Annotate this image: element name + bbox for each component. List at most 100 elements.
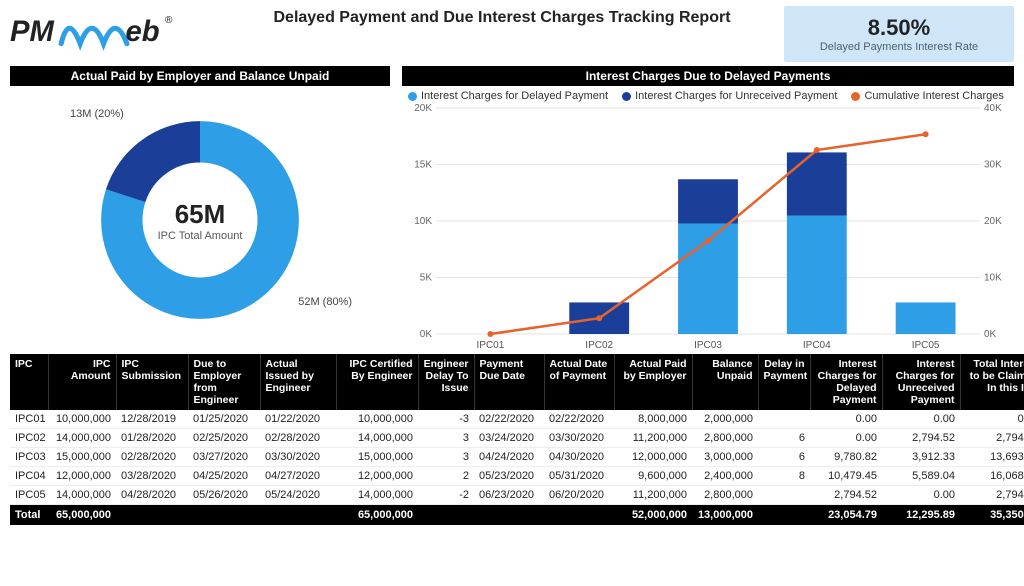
interest-rate-card: 8.50% Delayed Payments Interest Rate xyxy=(784,6,1014,62)
th-actual-paid: Actual Paid by Employer xyxy=(614,354,692,410)
cell: 12,000,000 xyxy=(48,467,116,486)
cell: 02/22/2020 xyxy=(544,410,614,429)
cell: 0.00 xyxy=(810,429,882,448)
cell: 01/22/2020 xyxy=(260,410,336,429)
donut-label-unpaid: 13M (20%) xyxy=(70,108,124,120)
table-total-row: Total 65,000,000 65,000,000 52,000,000 1… xyxy=(10,505,1024,526)
th-delay: Delay in Payment xyxy=(758,354,810,410)
donut-center-label: IPC Total Amount xyxy=(158,230,243,242)
cell: 6 xyxy=(758,429,810,448)
svg-text:IPC03: IPC03 xyxy=(694,340,722,351)
svg-text:20K: 20K xyxy=(984,216,1002,227)
svg-text:IPC02: IPC02 xyxy=(585,340,613,351)
cell: 14,000,000 xyxy=(336,486,418,505)
table-row: IPC0514,000,00004/28/202005/26/202005/24… xyxy=(10,486,1024,505)
cell: 02/25/2020 xyxy=(188,429,260,448)
legend-label-1: Interest Charges for Delayed Payment xyxy=(421,90,608,102)
th-eng-delay: Engineer Delay To Issue xyxy=(418,354,474,410)
report-title: Delayed Payment and Due Interest Charges… xyxy=(220,8,784,27)
cell: 03/28/2020 xyxy=(116,467,188,486)
cell: 12,000,000 xyxy=(336,467,418,486)
svg-text:0K: 0K xyxy=(984,329,997,340)
cell: 02/22/2020 xyxy=(474,410,544,429)
cell: 14,000,000 xyxy=(336,429,418,448)
cell: 06/23/2020 xyxy=(474,486,544,505)
cell: IPC04 xyxy=(10,467,48,486)
cell: IPC01 xyxy=(10,410,48,429)
cell: 04/30/2020 xyxy=(544,448,614,467)
svg-text:0K: 0K xyxy=(420,329,433,340)
cell: -2 xyxy=(418,486,474,505)
cell: 5,589.04 xyxy=(882,467,960,486)
cell: 2,794.52 xyxy=(960,486,1024,505)
combo-chart: 0K0K5K10K10K20K15K30K20K40KIPC01IPC02IPC… xyxy=(402,102,1014,354)
th-int-total: Total Interest to be Claimed In this IPC xyxy=(960,354,1024,410)
cell: 12/28/2019 xyxy=(116,410,188,429)
combo-section-title: Interest Charges Due to Delayed Payments xyxy=(402,66,1014,86)
donut-section-title: Actual Paid by Employer and Balance Unpa… xyxy=(10,66,390,86)
cell: 3,000,000 xyxy=(692,448,758,467)
cell: 0.00 xyxy=(810,410,882,429)
cell: 14,000,000 xyxy=(48,486,116,505)
cell: 14,000,000 xyxy=(48,429,116,448)
cell xyxy=(758,486,810,505)
cell: 2 xyxy=(418,467,474,486)
cell: 2,794.52 xyxy=(810,486,882,505)
cell: 03/27/2020 xyxy=(188,448,260,467)
table-row: IPC0214,000,00001/28/202002/25/202002/28… xyxy=(10,429,1024,448)
cell: 03/30/2020 xyxy=(260,448,336,467)
total-certified: 65,000,000 xyxy=(336,505,418,526)
cell: -3 xyxy=(418,410,474,429)
th-int-delayed: Interest Charges for Delayed Payment xyxy=(810,354,882,410)
report-title-block: Delayed Payment and Due Interest Charges… xyxy=(220,6,784,27)
legend-swatch-3 xyxy=(851,92,860,101)
svg-text:IPC01: IPC01 xyxy=(477,340,505,351)
cell: 10,000,000 xyxy=(48,410,116,429)
legend-swatch-2 xyxy=(622,92,631,101)
svg-text:PM: PM xyxy=(10,16,54,48)
cell: 2,794.52 xyxy=(960,429,1024,448)
cell: 8 xyxy=(758,467,810,486)
cell: 10,000,000 xyxy=(336,410,418,429)
legend-label-2: Interest Charges for Unreceived Payment xyxy=(635,90,837,102)
th-certified: IPC Certified By Engineer xyxy=(336,354,418,410)
cell: 06/20/2020 xyxy=(544,486,614,505)
cell: 10,479.45 xyxy=(810,467,882,486)
donut-center: 65M IPC Total Amount xyxy=(158,199,243,242)
th-due-date: Payment Due Date xyxy=(474,354,544,410)
cell: IPC02 xyxy=(10,429,48,448)
th-actual-issued: Actual Issued by Engineer xyxy=(260,354,336,410)
th-due-employer: Due to Employer from Engineer xyxy=(188,354,260,410)
cell: 04/25/2020 xyxy=(188,467,260,486)
header: PM eb ® Delayed Payment and Due Interest… xyxy=(0,0,1024,66)
brand-logo: PM eb ® xyxy=(10,6,220,54)
cell: 04/24/2020 xyxy=(474,448,544,467)
total-int-delayed: 23,054.79 xyxy=(810,505,882,526)
svg-text:IPC05: IPC05 xyxy=(912,340,940,351)
legend-swatch-1 xyxy=(408,92,417,101)
th-submission: IPC Submission xyxy=(116,354,188,410)
th-amount: IPC Amount xyxy=(48,354,116,410)
cell: 3 xyxy=(418,429,474,448)
legend-label-3: Cumulative Interest Charges xyxy=(864,90,1003,102)
interest-rate-value: 8.50% xyxy=(868,15,930,41)
cell: 16,068.49 xyxy=(960,467,1024,486)
registered-mark: ® xyxy=(165,15,173,26)
combo-legend: Interest Charges for Delayed Payment Int… xyxy=(402,86,1014,102)
total-paid: 52,000,000 xyxy=(614,505,692,526)
cell: 9,780.82 xyxy=(810,448,882,467)
interest-rate-label: Delayed Payments Interest Rate xyxy=(820,41,978,53)
cell: 2,400,000 xyxy=(692,467,758,486)
cell: 12,000,000 xyxy=(614,448,692,467)
svg-text:5K: 5K xyxy=(420,273,433,284)
donut-label-paid: 52M (80%) xyxy=(298,296,352,308)
table-row: IPC0315,000,00002/28/202003/27/202003/30… xyxy=(10,448,1024,467)
cell: 15,000,000 xyxy=(336,448,418,467)
svg-text:IPC04: IPC04 xyxy=(803,340,831,351)
total-amount: 65,000,000 xyxy=(48,505,116,526)
cell: 02/28/2020 xyxy=(116,448,188,467)
cell: 8,000,000 xyxy=(614,410,692,429)
svg-text:10K: 10K xyxy=(414,216,432,227)
cell: 15,000,000 xyxy=(48,448,116,467)
total-int-total: 35,350.68 xyxy=(960,505,1024,526)
